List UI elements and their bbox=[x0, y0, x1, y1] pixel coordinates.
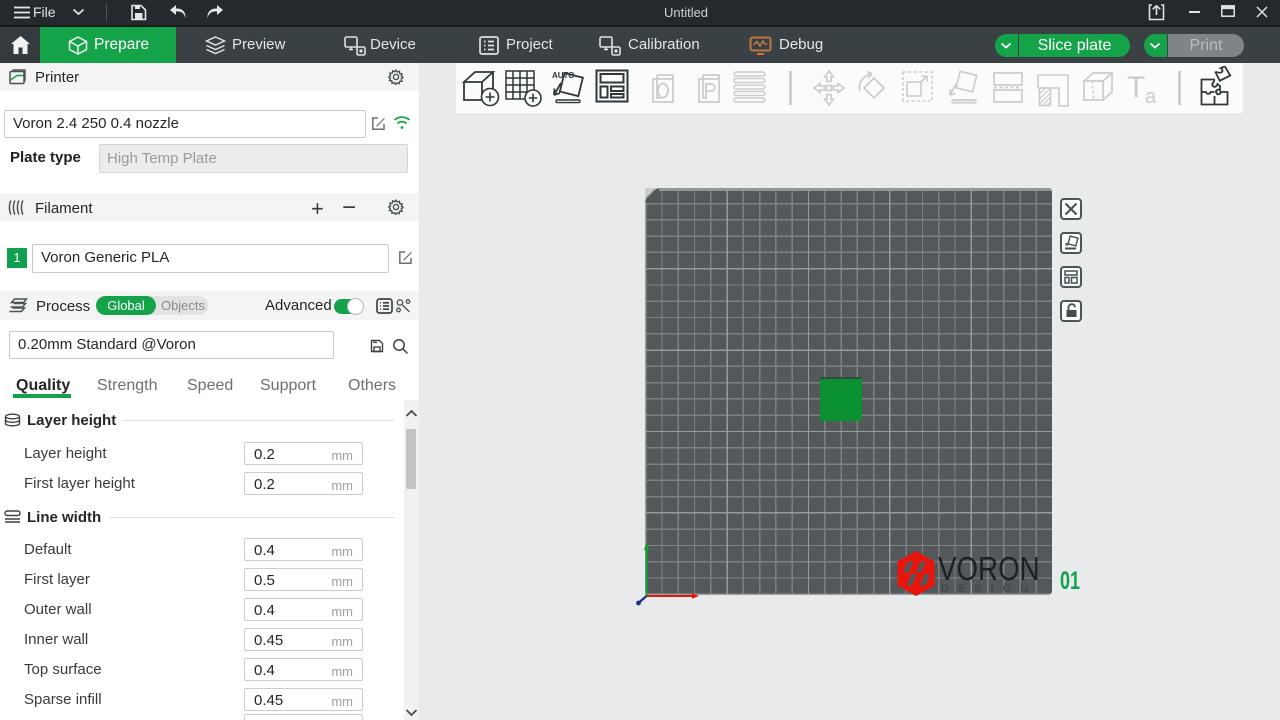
svg-text:T: T bbox=[1127, 71, 1145, 104]
svg-text:a: a bbox=[1145, 86, 1157, 107]
